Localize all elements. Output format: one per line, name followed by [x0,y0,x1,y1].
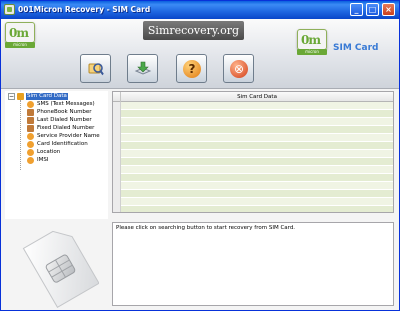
section-title: SIM Card [333,43,379,53]
row-header-cell [113,150,121,158]
row-header-cell [113,158,121,166]
tree-view[interactable]: − Sim Card Data SMS (Text Messages) Phon… [5,91,108,219]
table-row[interactable] [113,206,393,212]
close-button[interactable]: × [382,3,395,16]
row-header-cell [113,198,121,206]
logo-brand: micron [5,42,35,48]
row-header-cell [113,134,121,142]
row-header-cell [113,174,121,182]
row-header-cell [113,166,121,174]
data-grid[interactable]: Sim Card Data [112,91,394,213]
row-header-cell [113,142,121,150]
header-banner: 0m micron Simrecovery.org 0m micron SIM … [1,19,399,89]
phonebook-icon [27,109,34,116]
table-row[interactable] [113,142,393,150]
main-body: − Sim Card Data SMS (Text Messages) Phon… [1,89,399,310]
tree-item-label: SMS (Text Messages) [37,101,95,107]
table-row[interactable] [113,126,393,134]
app-icon [4,4,15,15]
fixed-dialed-icon [27,125,34,132]
row-header-cell [113,118,121,126]
table-row[interactable] [113,158,393,166]
help-icon: ? [183,60,201,78]
tree-item-label: Service Provider Name [37,133,100,139]
search-button[interactable] [80,54,111,83]
logo-brand: micron [297,49,327,55]
tree-item-label: Location [37,149,61,155]
row-header-cell [113,206,121,212]
tree-item-label: Last Dialed Number [37,117,92,123]
row-header-cell [113,182,121,190]
app-window: 001Micron Recovery - SIM Card _ □ × 0m m… [0,0,400,311]
status-message-box: Please click on searching button to star… [112,222,394,306]
exit-icon: ⊗ [230,60,248,78]
help-button[interactable]: ? [176,54,207,83]
tree-root-label: Sim Card Data [26,93,68,100]
logo-mark: 0m [301,33,321,47]
table-row[interactable] [113,110,393,118]
imsi-icon [27,157,34,164]
table-row[interactable] [113,102,393,110]
location-icon [27,149,34,156]
sim-card-illustration [19,221,100,310]
grid-column-header[interactable]: Sim Card Data [121,92,393,102]
row-header-cell [113,126,121,134]
tree-item-label: Card Identification [37,141,88,147]
sim-card-icon [22,230,100,308]
table-row[interactable] [113,166,393,174]
save-download-icon [134,61,152,75]
table-row[interactable] [113,190,393,198]
save-button[interactable] [127,54,158,83]
exit-button[interactable]: ⊗ [223,54,254,83]
window-title: 001Micron Recovery - SIM Card [18,5,151,14]
title-bar[interactable]: 001Micron Recovery - SIM Card _ □ × [1,1,399,19]
table-row[interactable] [113,134,393,142]
collapse-icon[interactable]: − [8,93,15,100]
tree-connector [20,100,21,170]
table-row[interactable] [113,118,393,126]
tree-item-label: IMSI [37,157,49,163]
table-row[interactable] [113,174,393,182]
table-row[interactable] [113,182,393,190]
grid-header: Sim Card Data [113,92,393,102]
tree-item-label: PhoneBook Number [37,109,92,115]
row-header-cell [113,190,121,198]
row-header-cell [113,102,121,110]
logo-mark: 0m [9,26,29,40]
row-header-cell [113,110,121,118]
service-provider-icon [27,133,34,140]
minimize-button[interactable]: _ [350,3,363,16]
micron-logo-right: 0m micron [297,29,327,56]
magnifier-search-icon [88,63,105,76]
table-row[interactable] [113,150,393,158]
sms-icon [27,101,34,108]
table-row[interactable] [113,198,393,206]
card-identification-icon [27,141,34,148]
last-dialed-icon [27,117,34,124]
folder-icon [17,93,24,100]
grid-corner-cell [113,92,121,102]
tree-item-label: Fixed Dialed Number [37,125,95,131]
site-banner: Simrecovery.org [143,21,244,40]
micron-logo-left: 0m micron [5,22,35,49]
maximize-button[interactable]: □ [366,3,379,16]
